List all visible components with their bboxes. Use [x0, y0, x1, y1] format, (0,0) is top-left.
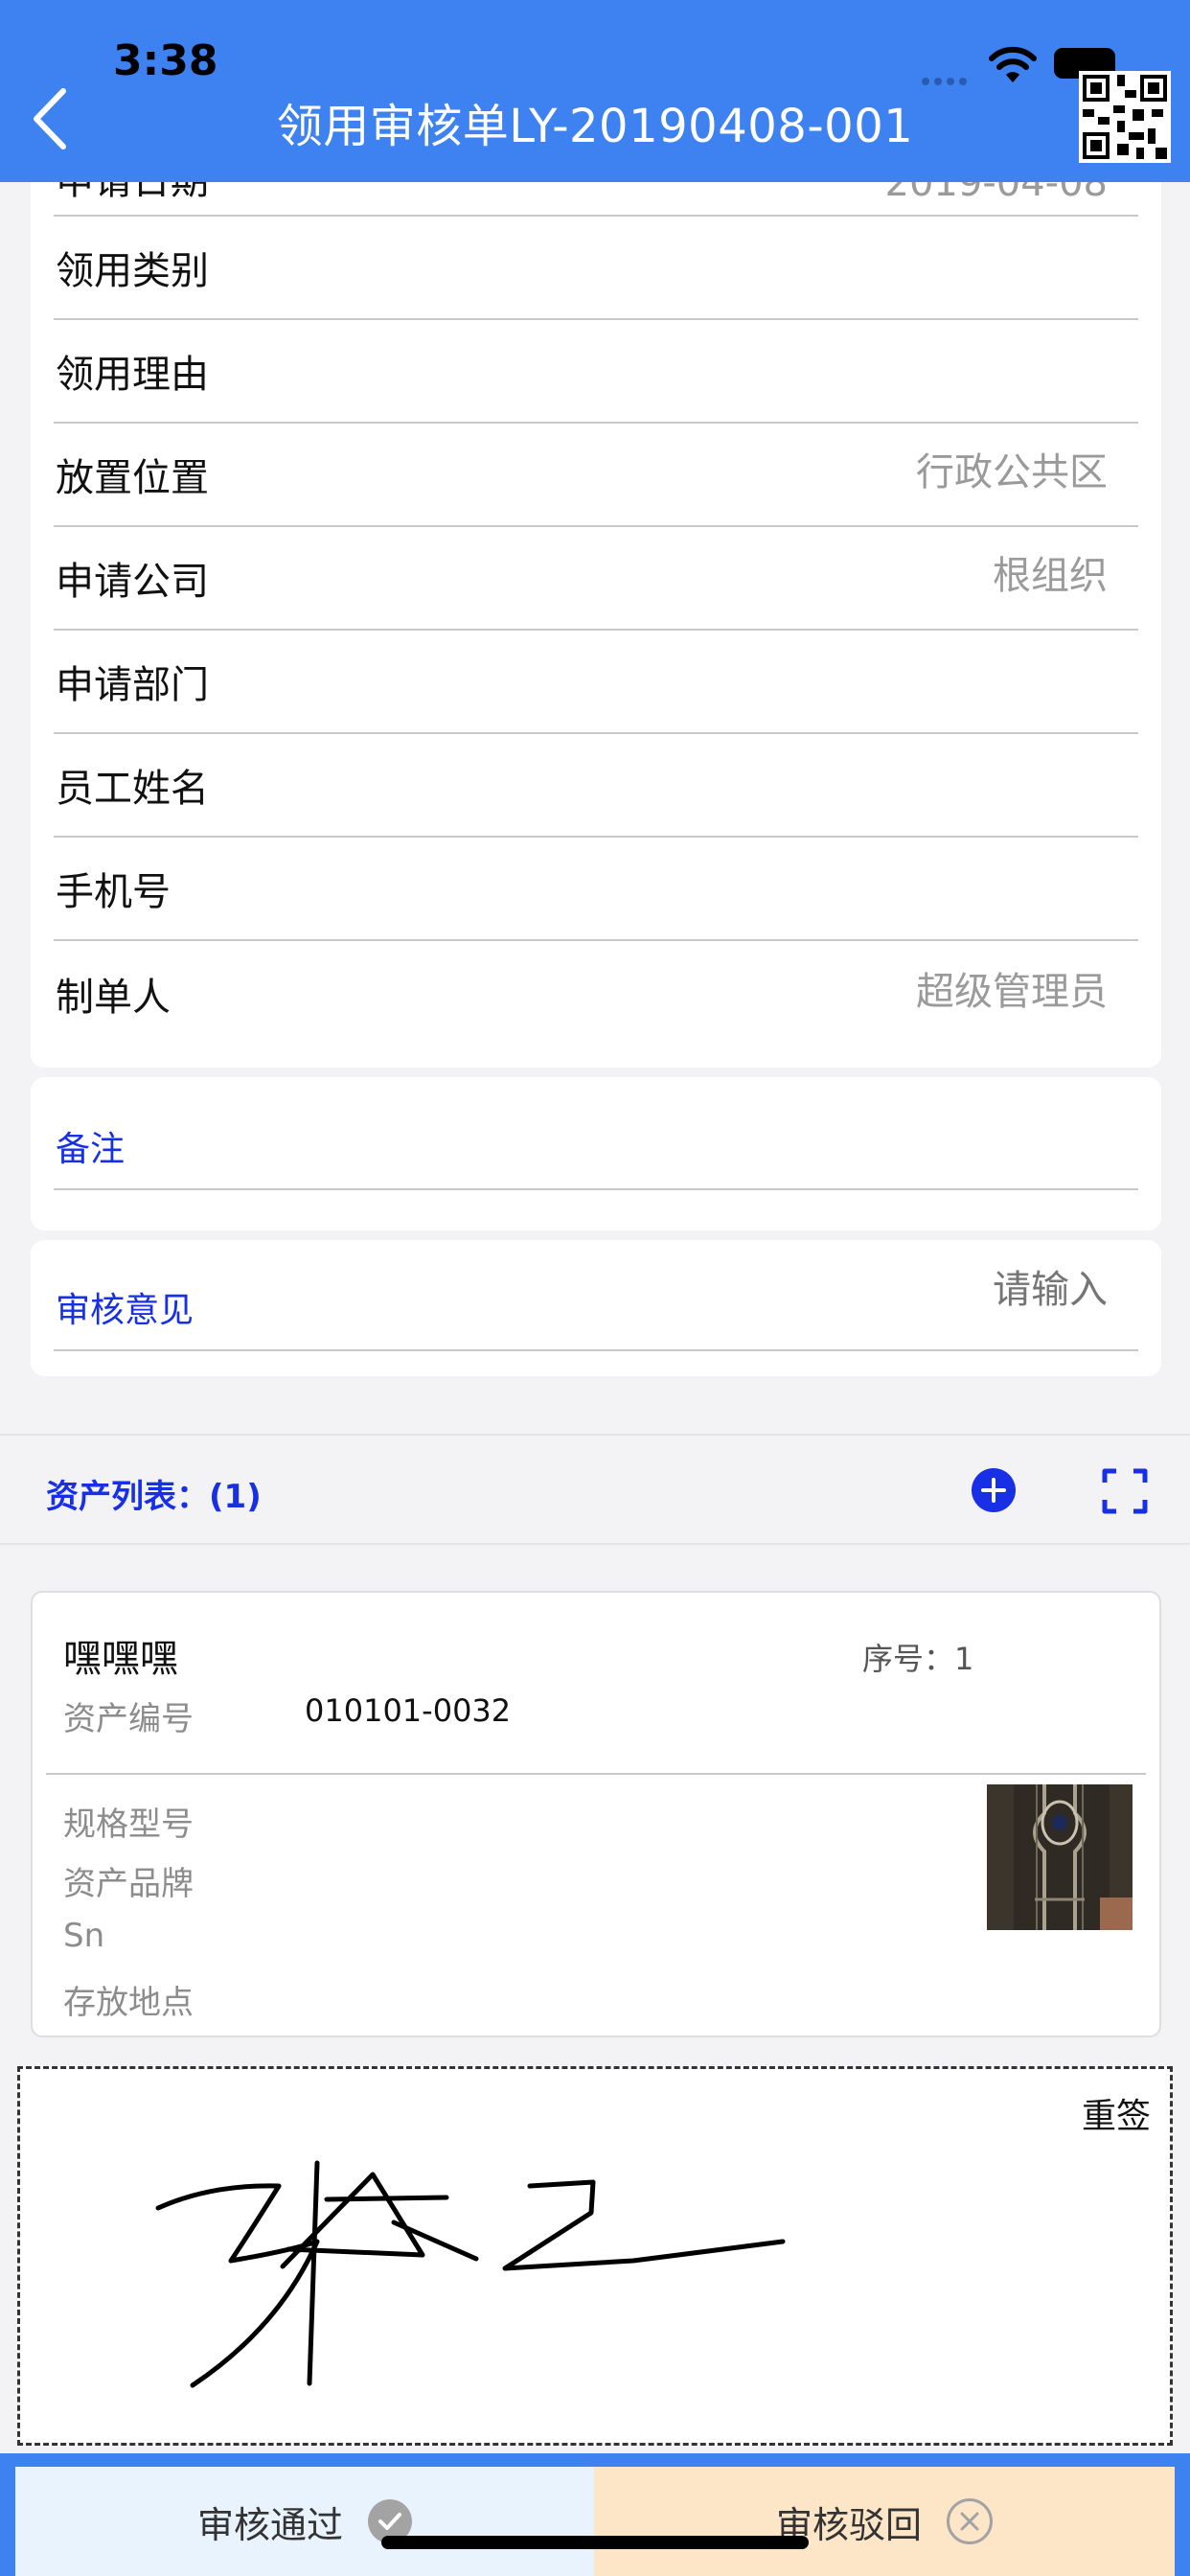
asset-code-value: 010101-0032: [305, 1692, 512, 1729]
form-row-value: 行政公共区: [916, 450, 1108, 494]
asset-list-title: 资产列表：(1): [46, 1478, 262, 1516]
form-row-department[interactable]: 申请部门: [54, 631, 1138, 734]
status-time: 3:38: [113, 36, 218, 85]
remark-card[interactable]: 备注: [31, 1077, 1161, 1230]
asset-list-header: 资产列表：(1): [0, 1434, 1190, 1545]
asset-attr-spec: 规格型号: [63, 1806, 194, 1844]
nav-bar: 3:38 领用审核单LY-20190408-001: [0, 0, 1190, 182]
x-icon: [947, 2498, 993, 2544]
asset-card[interactable]: 嘿嘿嘿 序号：1 资产编号 010101-0032 规格型号 资产品牌 Sn 存…: [31, 1591, 1161, 2037]
form-row-label: 申请部门: [56, 663, 209, 707]
form-row-creator: 制单人 超级管理员: [54, 941, 1138, 1045]
add-icon: [981, 1478, 1006, 1503]
opinion-input[interactable]: [724, 1269, 1108, 1312]
form-row-label: 放置位置: [56, 456, 209, 500]
qr-code-icon: [1083, 75, 1167, 159]
form-row-label: 申请公司: [56, 560, 209, 604]
divider: [54, 1349, 1138, 1351]
form-row-label: 制单人: [56, 976, 171, 1020]
divider: [46, 1773, 1146, 1775]
asset-seq: 序号：1: [862, 1641, 974, 1677]
page-title: 领用审核单LY-20190408-001: [276, 100, 914, 153]
add-asset-button[interactable]: [972, 1468, 1016, 1512]
approve-label: 审核通过: [196, 2503, 343, 2546]
remark-label: 备注: [56, 1130, 126, 1169]
qr-code-button[interactable]: [1079, 71, 1171, 163]
signature-pad[interactable]: 重签: [17, 2066, 1173, 2446]
signature-drawing: [155, 2160, 786, 2388]
form-row-category[interactable]: 领用类别: [54, 217, 1138, 320]
opinion-card: 审核意见: [31, 1240, 1161, 1376]
bottom-action-bar: 审核通过 审核驳回: [0, 2453, 1190, 2576]
asset-attr-sn: Sn: [63, 1917, 105, 1955]
form-row-location[interactable]: 放置位置 行政公共区: [54, 424, 1138, 527]
divider: [54, 1188, 1138, 1190]
expand-icon[interactable]: [1102, 1468, 1148, 1514]
form-card: 申请日期 2019-04-08 领用类别 领用理由 放置位置 行政公共区 申请公…: [31, 144, 1161, 1068]
form-row-employee[interactable]: 员工姓名: [54, 734, 1138, 838]
reject-button[interactable]: 审核驳回: [594, 2467, 1175, 2576]
form-row-phone[interactable]: 手机号: [54, 838, 1138, 941]
signal-icon: [922, 71, 975, 85]
asset-attr-location: 存放地点: [63, 1984, 194, 2022]
form-row-label: 领用类别: [56, 249, 209, 293]
asset-attr-brand: 资产品牌: [63, 1865, 194, 1903]
form-row-company[interactable]: 申请公司 根组织: [54, 527, 1138, 631]
form-row-value: 超级管理员: [916, 970, 1108, 1014]
wifi-icon: [989, 46, 1037, 82]
asset-name: 嘿嘿嘿: [63, 1637, 178, 1681]
form-row-label: 领用理由: [56, 353, 209, 397]
home-indicator: [381, 2536, 809, 2549]
form-row-value: 根组织: [993, 554, 1108, 598]
form-row-reason[interactable]: 领用理由: [54, 320, 1138, 424]
form-row-label: 员工姓名: [56, 767, 209, 811]
opinion-label: 审核意见: [56, 1291, 195, 1330]
approve-button[interactable]: 审核通过: [15, 2467, 594, 2576]
form-row-label: 手机号: [56, 870, 171, 914]
asset-code-label: 资产编号: [63, 1700, 194, 1738]
resign-button[interactable]: 重签: [1082, 2088, 1151, 2138]
asset-thumbnail[interactable]: [987, 1784, 1133, 1930]
